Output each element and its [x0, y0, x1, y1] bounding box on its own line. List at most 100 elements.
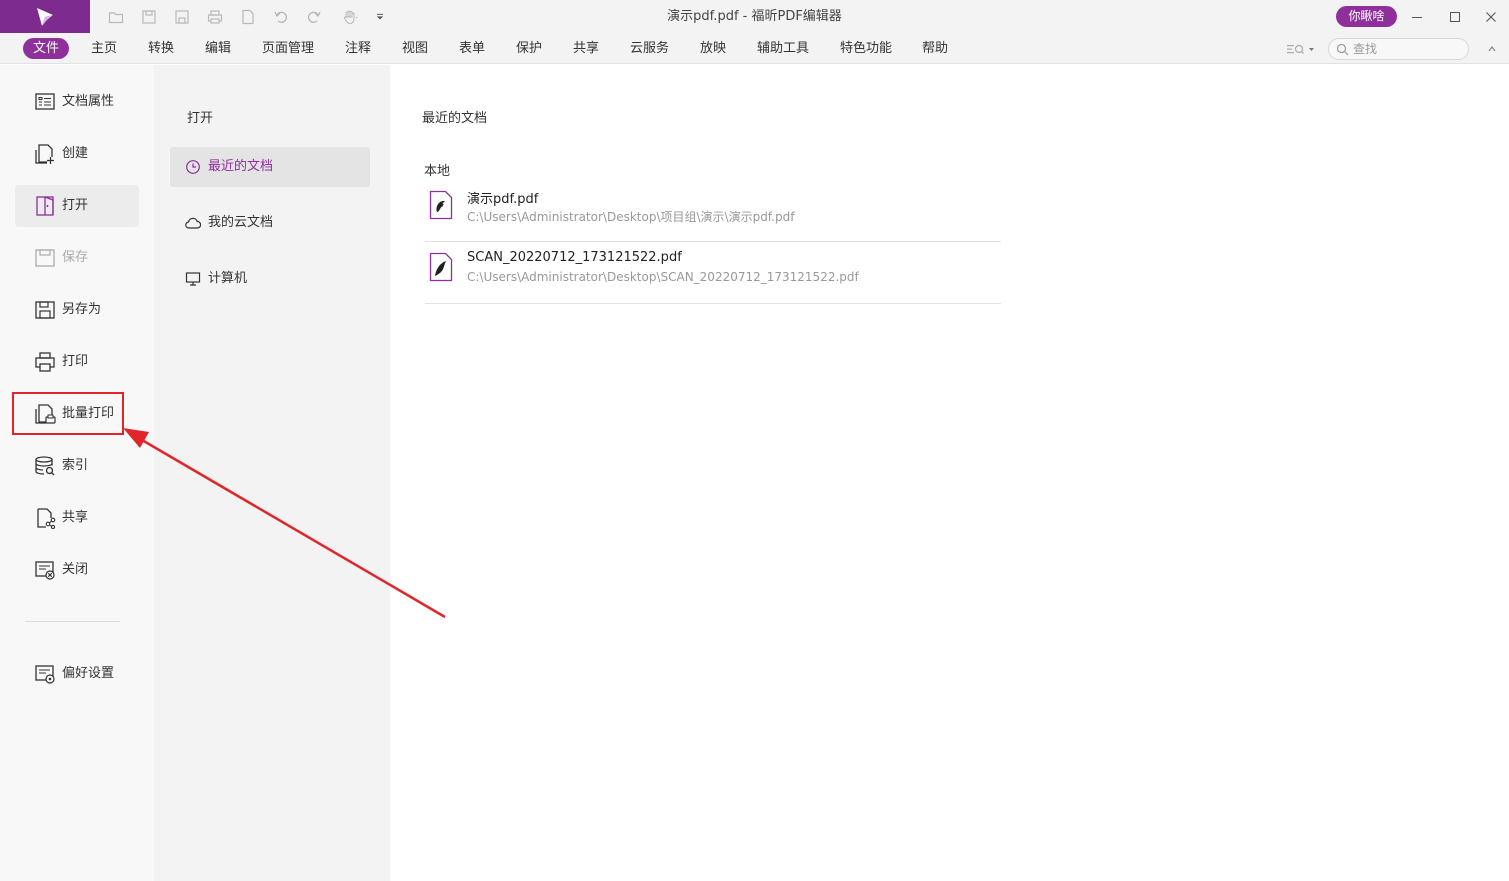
save-as-icon: [175, 9, 189, 24]
tab-form[interactable]: 表单: [457, 38, 487, 59]
tab-home[interactable]: 主页: [89, 38, 119, 59]
quick-print-button[interactable]: [201, 0, 229, 33]
quick-save-button[interactable]: [135, 0, 163, 33]
content-title: 最近的文档: [422, 111, 488, 126]
nav-save[interactable]: 保存: [15, 237, 139, 279]
nav-save-as[interactable]: 另存为: [15, 289, 139, 331]
close-window-button[interactable]: [1471, 0, 1509, 33]
maximize-icon: [1450, 11, 1460, 22]
nav-label: 打印: [62, 354, 89, 369]
nav-create[interactable]: 创建: [15, 133, 139, 175]
tab-convert[interactable]: 转换: [146, 38, 176, 59]
open-computer[interactable]: 计算机: [170, 259, 370, 299]
computer-label: 计算机: [208, 271, 248, 286]
minimize-icon: [1412, 16, 1422, 18]
tab-comment[interactable]: 注释: [343, 38, 373, 59]
open-cloud-documents[interactable]: 我的云文档: [170, 203, 370, 243]
search-options-dropdown[interactable]: [1285, 40, 1319, 58]
recent-file-row[interactable]: SCAN_20220712_173121522.pdf C:\Users\Adm…: [425, 242, 1001, 304]
nav-label: 关闭: [62, 562, 89, 577]
nav-index[interactable]: 索引: [15, 445, 139, 487]
tab-share[interactable]: 共享: [571, 38, 601, 59]
tab-slideshow[interactable]: 放映: [698, 38, 728, 59]
print-icon: [34, 351, 56, 373]
tab-protect[interactable]: 保护: [514, 38, 544, 59]
nav-divider: [25, 621, 120, 622]
user-account-button[interactable]: 你瞅啥: [1336, 6, 1397, 27]
nav-label: 创建: [62, 146, 89, 161]
pdf-file-icon: [429, 252, 453, 282]
local-section-label: 本地: [424, 164, 451, 179]
preferences-icon: [34, 663, 56, 685]
tab-help[interactable]: 帮助: [920, 38, 950, 59]
nav-close[interactable]: 关闭: [15, 549, 139, 591]
nav-share[interactable]: 共享: [15, 497, 139, 539]
index-database-icon: [34, 455, 56, 477]
quick-hand-tool-button[interactable]: [334, 0, 366, 33]
tab-page-management[interactable]: 页面管理: [260, 38, 316, 59]
create-icon: [34, 143, 56, 165]
close-icon: [1486, 11, 1496, 22]
app-logo[interactable]: [0, 0, 90, 33]
quick-open-button[interactable]: [102, 0, 130, 33]
file-name: SCAN_20220712_173121522.pdf: [467, 250, 682, 265]
menu-bar: 文件 主页 转换 编辑 页面管理 注释 视图 表单 保护 共享 云服务 放映 辅…: [0, 33, 1509, 64]
file-path: C:\Users\Administrator\Desktop\项目组\演示\演示…: [467, 210, 795, 224]
cloud-documents-label: 我的云文档: [208, 215, 274, 230]
redo-icon: [308, 11, 321, 23]
tab-accessibility-tools[interactable]: 辅助工具: [755, 38, 811, 59]
hand-tool-icon: [344, 10, 358, 24]
nav-label: 索引: [62, 458, 89, 473]
print-icon: [207, 9, 223, 24]
nav-label: 文档属性: [62, 94, 115, 109]
panel-title: 打开: [187, 111, 214, 126]
open-book-icon: [34, 195, 56, 217]
collapse-ribbon-button[interactable]: [1484, 40, 1500, 58]
nav-open[interactable]: 打开: [15, 185, 139, 227]
search-box[interactable]: [1328, 38, 1469, 60]
nav-document-properties[interactable]: 文档属性: [15, 81, 139, 123]
nav-print[interactable]: 打印: [15, 341, 139, 383]
tab-special-features[interactable]: 特色功能: [838, 38, 894, 59]
save-icon: [34, 247, 56, 269]
computer-icon: [185, 271, 201, 287]
recent-file-row[interactable]: 演示pdf.pdf C:\Users\Administrator\Desktop…: [425, 180, 1001, 242]
open-folder-icon: [108, 11, 124, 23]
file-name: 演示pdf.pdf: [467, 192, 539, 207]
cloud-icon: [185, 215, 202, 231]
tab-edit[interactable]: 编辑: [203, 38, 233, 59]
quick-access-customize[interactable]: [368, 0, 392, 33]
search-options-icon: [1287, 44, 1314, 54]
tab-view[interactable]: 视图: [400, 38, 430, 59]
share-icon: [34, 507, 56, 530]
recent-documents-content: 最近的文档 本地 演示pdf.pdf C:\Users\Administrato…: [390, 65, 1509, 881]
save-icon: [142, 9, 156, 24]
quick-new-button[interactable]: [234, 0, 262, 33]
save-as-icon: [34, 299, 56, 321]
tab-file[interactable]: 文件: [23, 38, 70, 59]
clock-icon: [185, 159, 201, 175]
nav-label: 偏好设置: [62, 666, 115, 681]
title-bar: 演示pdf.pdf - 福昕PDF编辑器 你瞅啥: [0, 0, 1509, 33]
new-icon: [242, 9, 254, 24]
minimize-button[interactable]: [1397, 0, 1437, 33]
close-document-icon: [34, 559, 56, 581]
search-input[interactable]: [1353, 40, 1463, 58]
annotation-highlight-box: [12, 392, 124, 435]
chevron-up-icon: [1488, 46, 1496, 52]
pdf-file-icon: [429, 190, 453, 220]
maximize-button[interactable]: [1435, 0, 1475, 33]
recent-documents-label: 最近的文档: [208, 159, 274, 174]
quick-redo-button[interactable]: [300, 0, 328, 33]
tab-cloud-service[interactable]: 云服务: [628, 38, 671, 59]
open-options-panel: 打开 最近的文档 我的云文档 计算机: [154, 65, 390, 881]
file-path: C:\Users\Administrator\Desktop\SCAN_2022…: [467, 270, 859, 284]
quick-save-as-button[interactable]: [168, 0, 196, 33]
customize-dropdown-icon: [376, 13, 384, 19]
nav-label: 打开: [62, 198, 89, 213]
quick-undo-button[interactable]: [267, 0, 295, 33]
foxit-logo-icon: [37, 7, 53, 26]
undo-icon: [274, 11, 287, 23]
open-recent-documents[interactable]: 最近的文档: [170, 147, 370, 187]
nav-preferences[interactable]: 偏好设置: [15, 653, 139, 695]
